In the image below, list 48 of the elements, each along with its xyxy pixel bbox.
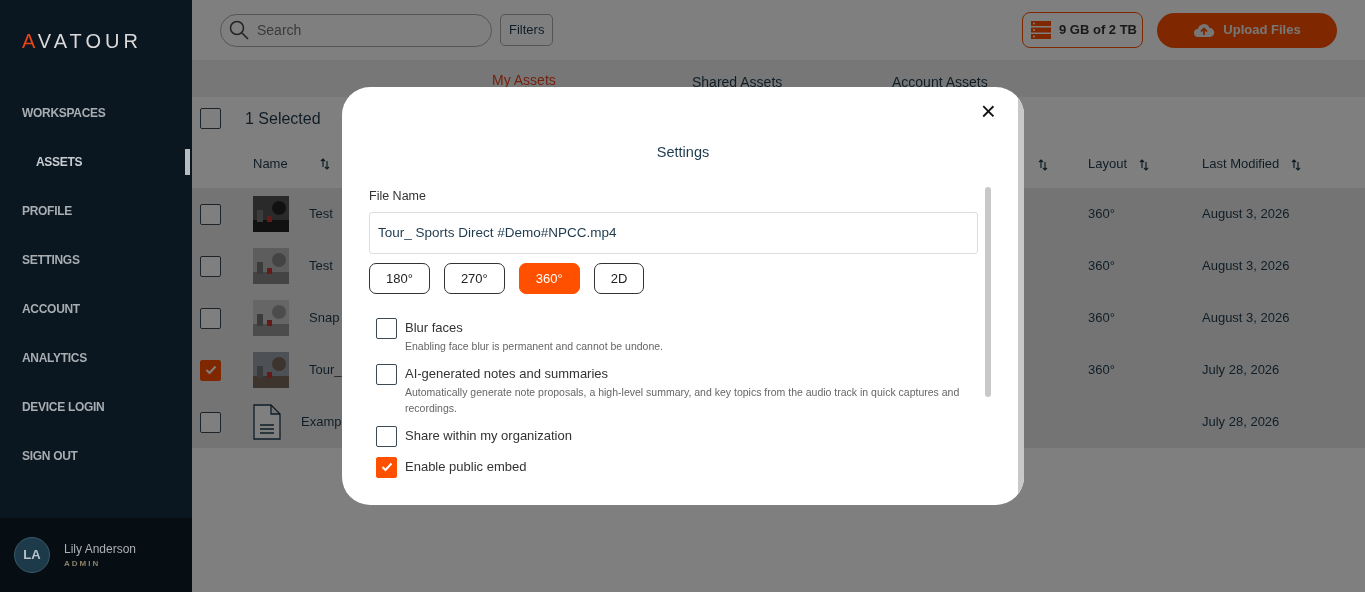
date-cell: July 28, 2026 — [1202, 362, 1280, 378]
layout-option[interactable]: 270° — [443, 262, 505, 294]
file-name[interactable]: Tour_ — [309, 360, 342, 380]
file-name[interactable]: Examp — [301, 412, 342, 432]
date-cell: August 3, 2026 — [1202, 258, 1290, 274]
layout-cell: 360° — [1088, 362, 1115, 378]
search-input[interactable]: Search — [255, 18, 475, 42]
option-description: Automatically generate note proposals, a high-level summary, and key topics from the audio track in quick captures and recordings. — [405, 384, 961, 416]
option-label: Share within my organization — [405, 426, 572, 445]
user-avatar[interactable]: LA — [14, 537, 50, 573]
nav-item[interactable]: PROFILE — [0, 198, 192, 247]
layout-cell: 360° — [1088, 258, 1115, 274]
layout-option[interactable]: 180° — [369, 262, 430, 294]
nav-item[interactable]: DEVICE LOGIN — [0, 394, 192, 443]
selection-count: 1 Selected — [245, 108, 321, 129]
date-cell: August 3, 2026 — [1202, 206, 1290, 222]
tab[interactable]: Account Assets — [892, 60, 1092, 97]
dialog-title: Settings — [656, 144, 710, 160]
layout-cell: 360° — [1088, 206, 1115, 222]
filters-button[interactable]: Filters — [500, 14, 554, 46]
nav-item[interactable]: WORKSPACES — [0, 100, 192, 149]
nav-item[interactable]: ASSETS — [0, 149, 192, 198]
layout-option[interactable]: 2D — [593, 262, 645, 294]
date-cell: August 3, 2026 — [1202, 310, 1290, 326]
column-header[interactable]: Last Modified — [1202, 156, 1280, 172]
layout-cell: 360° — [1088, 310, 1115, 326]
nav-item[interactable]: ACCOUNT — [0, 296, 192, 345]
column-header[interactable]: Layout — [1088, 156, 1128, 172]
nav-item[interactable]: ANALYTICS — [0, 345, 192, 394]
column-header[interactable]: Name — [253, 154, 288, 174]
close-button[interactable]: × — [974, 97, 1002, 125]
field-label: File Name — [369, 188, 427, 205]
tab[interactable]: Shared Assets — [692, 60, 892, 97]
file-name[interactable]: Test — [309, 256, 333, 276]
file-name[interactable]: Test — [309, 204, 333, 224]
option-label: Enable public embed — [405, 457, 527, 476]
file-name-field[interactable]: Tour_ Sports Direct #Demo#NPCC.mp4 — [369, 211, 978, 254]
nav-item[interactable]: SETTINGS — [0, 247, 192, 296]
option-label: AI-generated notes and summaries — [405, 364, 610, 383]
storage-text: 9 GB of 2 TB — [1059, 21, 1137, 40]
user-name: Lily Anderson — [64, 541, 137, 558]
option-label: Blur faces — [405, 318, 464, 337]
logo: AVATOUR — [21, 29, 143, 54]
date-cell: July 28, 2026 — [1202, 414, 1280, 430]
file-name[interactable]: Snap — [309, 308, 340, 328]
user-role: ADMIN — [64, 558, 102, 570]
option-description: Enabling face blur is permanent and cannot be undone. — [405, 338, 665, 354]
nav-item[interactable]: SIGN OUT — [0, 443, 192, 492]
